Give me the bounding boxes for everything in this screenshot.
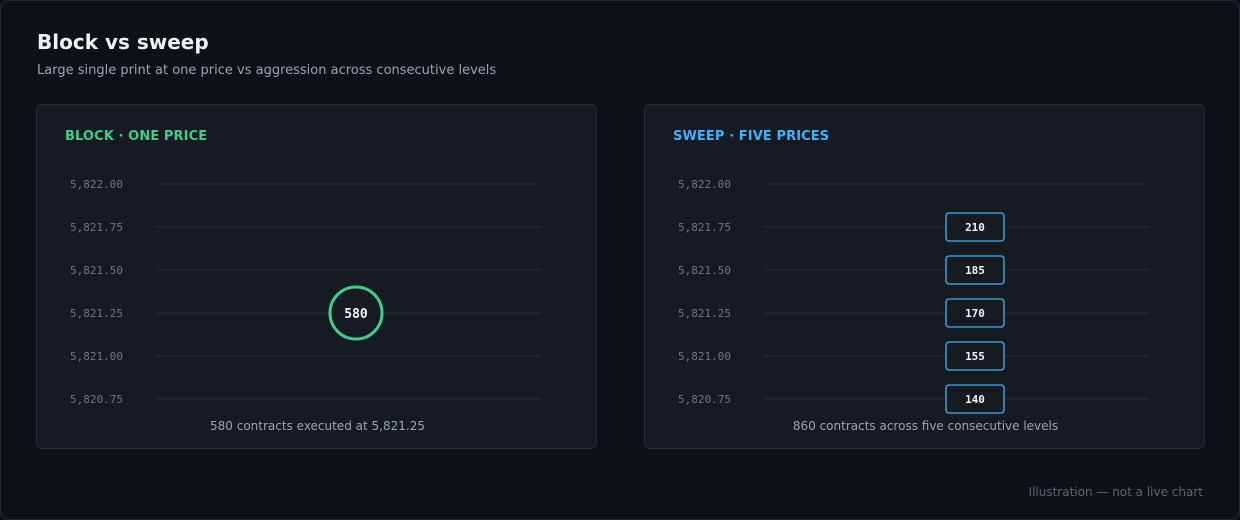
page-title: Block vs sweep <box>37 30 209 54</box>
sweep-chart: 5,822.00 5,821.75 5,821.50 5,821.25 5,821.00… <box>678 178 1149 414</box>
y-tick-label: 5,821.25 <box>678 307 731 320</box>
sweep-caption: 860 contracts across five consecutive le… <box>792 419 1059 433</box>
sweep-panel: SWEEP · FIVE PRICES 5,822.00 5,821.75 5,82… <box>644 104 1205 449</box>
y-tick-label: 5,821.75 <box>678 221 731 234</box>
sweep-size-label: 155 <box>965 350 985 363</box>
sweep-size-label: 210 <box>965 221 985 234</box>
y-tick-label: 5,820.75 <box>70 393 123 406</box>
y-tick-label: 5,821.00 <box>678 350 731 363</box>
y-tick-label: 5,821.50 <box>70 264 123 277</box>
y-tick-label: 5,822.00 <box>70 178 123 191</box>
sweep-size-label: 140 <box>965 393 985 406</box>
chart-frame: Block vs sweep Large single print at one… <box>0 0 1240 520</box>
block-chart: 5,822.00 5,821.75 5,821.50 5,821.25 5,821.00… <box>70 178 541 406</box>
block-size-label: 580 <box>344 307 368 322</box>
y-tick-label: 5,821.25 <box>70 307 123 320</box>
block-panel: BLOCK · ONE PRICE 5,822.00 5,821.75 5,821.… <box>36 104 597 449</box>
page-subtitle: Large single print at one price vs aggre… <box>37 63 497 78</box>
y-tick-label: 5,821.75 <box>70 221 123 234</box>
footer-note: Illustration — not a live chart <box>1028 485 1203 499</box>
y-tick-label: 5,821.50 <box>678 264 731 277</box>
y-tick-label: 5,820.75 <box>678 393 731 406</box>
y-tick-label: 5,821.00 <box>70 350 123 363</box>
sweep-size-label: 170 <box>965 307 985 320</box>
sweep-size-label: 185 <box>965 264 985 277</box>
block-caption: 580 contracts executed at 5,821.25 <box>210 419 425 433</box>
y-tick-label: 5,822.00 <box>678 178 731 191</box>
